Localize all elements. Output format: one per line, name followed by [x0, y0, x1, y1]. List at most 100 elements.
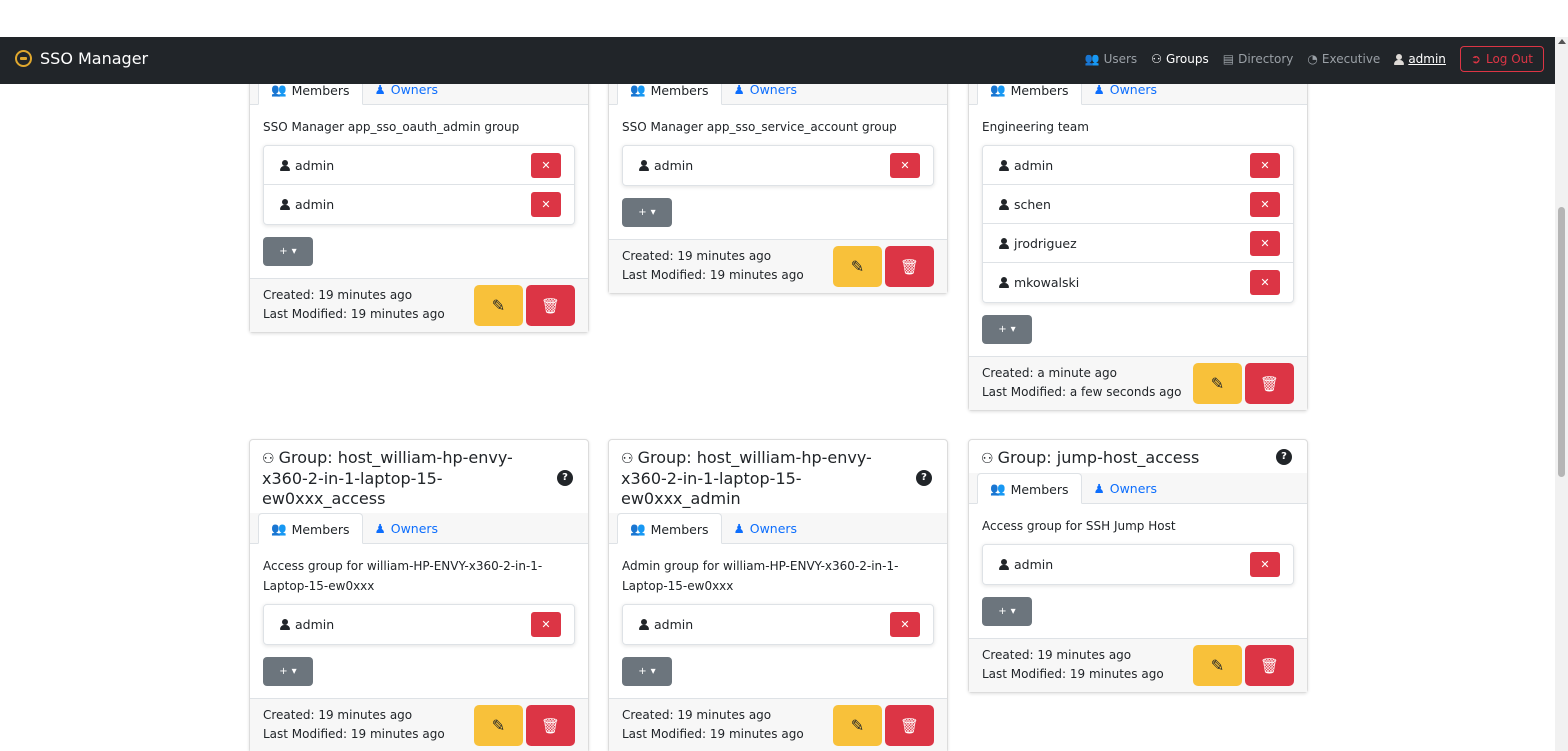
delete-button[interactable]: 🗑	[526, 285, 575, 326]
owner-icon: ♟	[1093, 82, 1105, 97]
nav-users-label: Users	[1103, 52, 1138, 66]
edit-icon: ✎	[491, 296, 506, 315]
help-icon[interactable]: ?	[916, 470, 932, 486]
member-row: admin ✕	[623, 146, 933, 185]
nav-user-label: admin	[1408, 52, 1446, 66]
tab-members[interactable]: 👥 Members	[258, 513, 363, 544]
edit-button[interactable]: ✎	[833, 246, 882, 287]
member-list: admin ✕	[622, 604, 934, 645]
delete-button[interactable]: 🗑	[1245, 363, 1294, 404]
delete-button[interactable]: 🗑	[885, 705, 934, 746]
nav-directory[interactable]: ▤ Directory	[1223, 52, 1294, 66]
owner-icon: ♟	[1093, 481, 1105, 496]
delete-button[interactable]: 🗑	[1245, 645, 1294, 686]
tab-members-label: Members	[291, 521, 350, 537]
remove-member-button[interactable]: ✕	[1250, 552, 1280, 577]
remove-member-button[interactable]: ✕	[890, 153, 920, 178]
user-plus-icon: +	[638, 666, 647, 677]
remove-member-button[interactable]: ✕	[531, 152, 561, 178]
tab-members[interactable]: 👥 Members	[617, 513, 722, 544]
user-icon	[999, 159, 1009, 171]
user-icon	[999, 277, 1009, 288]
member-label: admin	[1014, 557, 1054, 572]
remove-member-button[interactable]: ✕	[1250, 152, 1280, 178]
logout-icon: ➲	[1470, 52, 1481, 66]
logout-button[interactable]: ➲ Log Out	[1459, 46, 1544, 72]
remove-member-button[interactable]: ✕	[1250, 230, 1280, 256]
group-title-text: Group: host_william-hp-envy-x360-2-in-1-…	[621, 448, 872, 508]
groups-icon: ⚇	[1151, 52, 1162, 66]
tab-owners[interactable]: ♟ Owners	[722, 513, 810, 543]
scroll-thumb[interactable]	[1558, 207, 1565, 477]
add-member-button[interactable]: + ▾	[622, 657, 672, 686]
edit-button[interactable]: ✎	[1193, 645, 1242, 686]
group-icon: ⚇	[981, 451, 994, 467]
members-icon: 👥	[990, 481, 1006, 496]
brand[interactable]: SSO Manager	[15, 49, 148, 68]
group-description: SSO Manager app_sso_oauth_admin group	[263, 120, 520, 134]
edit-button[interactable]: ✎	[1193, 363, 1242, 404]
remove-member-button[interactable]: ✕	[1250, 191, 1280, 217]
trash-icon: 🗑	[1259, 656, 1280, 675]
tab-members-label: Members	[650, 82, 709, 98]
card-header: ⚇ Group: jump-host_access ? 👥 Members ♟ Own…	[969, 440, 1307, 504]
member-name: schen	[999, 197, 1051, 212]
add-member-button[interactable]: + ▾	[982, 597, 1032, 626]
member-name: admin	[999, 158, 1053, 173]
member-name: jrodriguez	[999, 236, 1077, 251]
nav-groups-label: Groups	[1165, 52, 1209, 66]
group-title: ⚇ Group: host_william-hp-envy-x360-2-in-1…	[262, 448, 576, 509]
remove-member-button[interactable]: ✕	[890, 612, 920, 637]
help-icon[interactable]: ?	[1276, 449, 1292, 465]
user-icon	[639, 619, 649, 630]
owner-icon: ♟	[374, 521, 386, 536]
tab-owners[interactable]: ♟ Owners	[1082, 473, 1170, 503]
remove-member-button[interactable]: ✕	[531, 612, 561, 637]
user-icon	[639, 160, 649, 171]
add-member-button[interactable]: + ▾	[263, 657, 313, 686]
add-member-button[interactable]: + ▾	[622, 198, 672, 227]
add-member-button[interactable]: + ▾	[982, 315, 1032, 344]
caret-down-icon: ▾	[650, 207, 656, 218]
member-row: admin ✕	[264, 146, 574, 185]
members-icon: 👥	[271, 82, 287, 97]
nav-groups[interactable]: ⚇ Groups	[1151, 52, 1209, 66]
card-footer: Created: 19 minutes ago Last Modified: 1…	[969, 638, 1307, 692]
remove-member-button[interactable]: ✕	[1250, 270, 1280, 295]
member-row: schen ✕	[983, 185, 1293, 224]
edit-button[interactable]: ✎	[474, 285, 523, 326]
owner-icon: ♟	[733, 82, 745, 97]
user-icon	[1394, 53, 1405, 65]
card-body: SSO Manager app_sso_oauth_admin group ad…	[250, 105, 588, 278]
member-name: admin	[280, 617, 334, 632]
member-row: mkowalski ✕	[983, 263, 1293, 302]
scroll-up-arrow-icon[interactable]	[1558, 39, 1566, 44]
group-description: Admin group for william-HP-ENVY-x360-2-i…	[622, 559, 899, 593]
edit-icon: ✎	[1210, 656, 1225, 675]
owner-icon: ♟	[733, 521, 745, 536]
group-card: ⚇ Group: jump-host_access ? 👥 Members ♟ Own…	[968, 439, 1308, 693]
edit-button[interactable]: ✎	[474, 705, 523, 746]
nav-executive[interactable]: ◔ Executive	[1307, 52, 1380, 66]
user-icon	[280, 199, 290, 210]
server-icon: ▤	[1222, 52, 1235, 66]
trash-icon: 🗑	[540, 296, 561, 315]
nav-users[interactable]: 👥 Users	[1085, 52, 1138, 66]
add-member-button[interactable]: + ▾	[263, 237, 313, 266]
tab-owners[interactable]: ♟ Owners	[363, 513, 451, 543]
user-plus-icon: +	[998, 606, 1007, 617]
remove-member-button[interactable]: ✕	[531, 192, 561, 217]
edit-button[interactable]: ✎	[833, 705, 882, 746]
user-plus-icon: +	[279, 666, 288, 677]
tab-members[interactable]: 👥 Members	[977, 473, 1082, 504]
member-row: admin ✕	[983, 545, 1293, 584]
member-name: admin	[999, 557, 1053, 572]
delete-button[interactable]: 🗑	[885, 246, 934, 287]
group-card: ⚇ Group: host_william-hp-envy-x360-2-in-1…	[608, 439, 948, 751]
group-title: ⚇ Group: host_william-hp-envy-x360-2-in-1…	[621, 448, 935, 509]
delete-button[interactable]: 🗑	[526, 705, 575, 746]
help-icon[interactable]: ?	[557, 470, 573, 486]
scrollbar[interactable]	[1555, 37, 1568, 751]
user-plus-icon: +	[998, 324, 1007, 335]
nav-user[interactable]: admin	[1394, 52, 1446, 66]
